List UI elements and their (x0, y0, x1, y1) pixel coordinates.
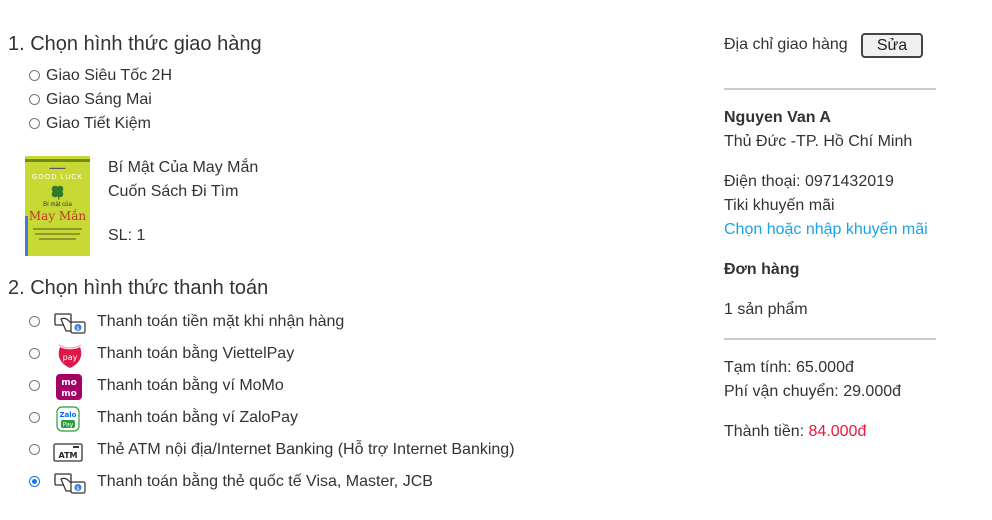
payment-option-viettelpay-label[interactable]: Thanh toán bằng ViettelPay (97, 345, 294, 363)
total-value: 84.000đ (808, 423, 867, 440)
order-heading: Đơn hàng (724, 261, 800, 278)
zalopay-icon: Zalo Pay (56, 406, 84, 432)
payment-option-zalopay-label[interactable]: Thanh toán bằng ví ZaloPay (97, 409, 298, 427)
payment-radio-momo[interactable] (29, 380, 40, 391)
shipping-radio-express[interactable] (29, 70, 40, 81)
product-count: 1 sản phẩm (724, 301, 808, 318)
atm-icon: ATM (53, 441, 83, 467)
promo-link[interactable]: Chọn hoặc nhập khuyến mãi (724, 221, 928, 239)
address-label: Địa chỉ giao hàng (724, 36, 848, 53)
total-row: Thành tiền: 84.000đ (724, 423, 866, 441)
svg-text:$: $ (76, 326, 79, 332)
svg-text:$: $ (76, 486, 79, 492)
svg-text:mo: mo (61, 389, 77, 399)
divider (724, 88, 936, 90)
promo-label: Tiki khuyến mãi (724, 197, 835, 214)
payment-radio-atm[interactable] (29, 444, 40, 455)
cover-title-small: Bí mật của (43, 202, 72, 208)
cover-top-text: GOOD LUCK (31, 174, 83, 181)
payment-radio-cash[interactable] (29, 316, 40, 327)
divider (724, 338, 936, 340)
payment-option-atm-label[interactable]: Thẻ ATM nội địa/Internet Banking (Hỗ trợ… (97, 441, 515, 459)
cover-title-big: May Mắn (28, 209, 87, 223)
card-payment-icon: $ (53, 470, 86, 496)
customer-address: Thủ Đức -TP. Hồ Chí Minh (724, 133, 913, 150)
customer-name: Nguyen Van A (724, 109, 831, 126)
cash-on-delivery-icon: $ (53, 310, 86, 336)
svg-text:pay: pay (63, 353, 78, 362)
svg-text:ATM: ATM (59, 451, 78, 460)
customer-phone: Điện thoại: 0971432019 (724, 173, 894, 190)
payment-heading: 2. Chọn hình thức thanh toán (8, 277, 269, 299)
product-title-line1: Bí Mật Của May Mắn (108, 159, 259, 176)
shipping-radio-morning[interactable] (29, 94, 40, 105)
product-cover-image: ▬▬▬▬ GOOD LUCK Bí mật của May Mắn (25, 156, 90, 256)
svg-text:Pay: Pay (63, 422, 74, 429)
shipping-option-economy-label[interactable]: Giao Tiết Kiệm (46, 115, 151, 133)
product-title-line2: Cuốn Sách Đi Tìm (108, 183, 239, 200)
payment-radio-viettelpay[interactable] (29, 348, 40, 359)
shipping-option-morning-label[interactable]: Giao Sáng Mai (46, 91, 152, 109)
product-quantity: SL: 1 (108, 227, 146, 244)
shipping-fee: Phí vận chuyển: 29.000đ (724, 383, 902, 400)
payment-option-momo-label[interactable]: Thanh toán bằng ví MoMo (97, 377, 284, 395)
momo-icon: mo mo (56, 374, 84, 400)
payment-option-international-card-label[interactable]: Thanh toán bằng thẻ quốc tế Visa, Master… (97, 473, 433, 491)
payment-radio-zalopay[interactable] (29, 412, 40, 423)
total-label: Thành tiền: (724, 423, 805, 440)
subtotal: Tạm tính: 65.000đ (724, 359, 854, 376)
viettelpay-icon: pay (55, 341, 83, 368)
shipping-heading: 1. Chọn hình thức giao hàng (8, 33, 262, 55)
svg-text:mo: mo (61, 378, 77, 388)
shipping-radio-economy[interactable] (29, 118, 40, 129)
payment-radio-international-card[interactable] (29, 476, 40, 487)
shipping-option-express-label[interactable]: Giao Siêu Tốc 2H (46, 67, 172, 85)
svg-text:Zalo: Zalo (59, 411, 76, 419)
payment-option-cash-label[interactable]: Thanh toán tiền mặt khi nhận hàng (97, 313, 344, 331)
edit-address-button[interactable]: Sửa (861, 33, 923, 58)
